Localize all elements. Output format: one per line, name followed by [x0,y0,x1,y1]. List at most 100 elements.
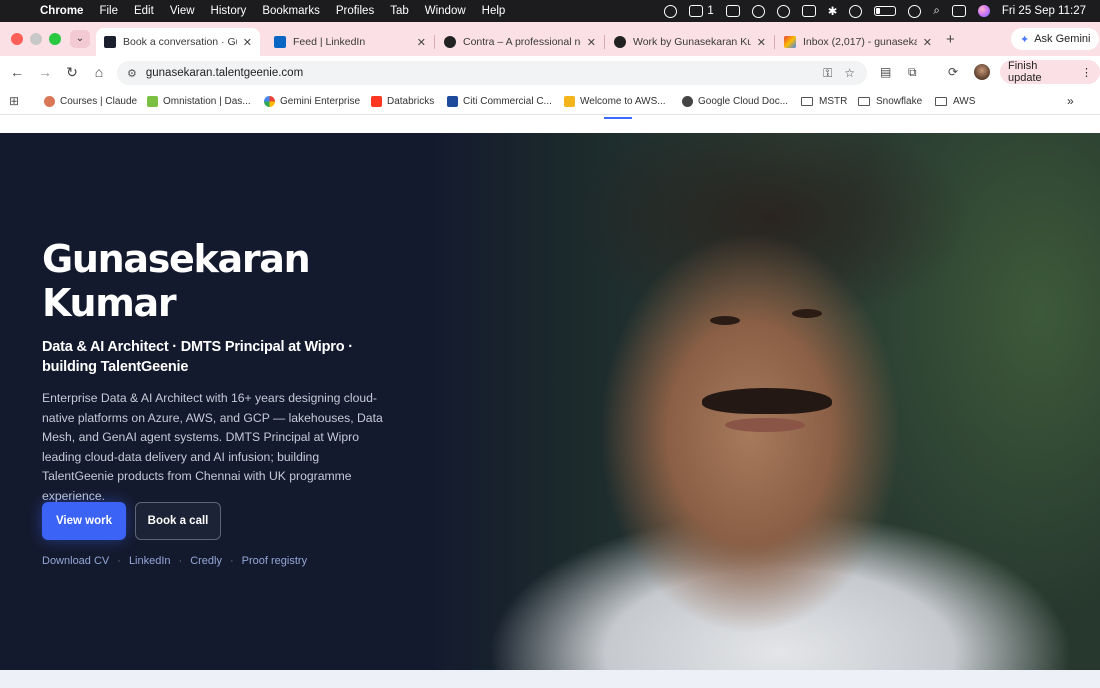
bookmark-label: Google Cloud Doc... [698,96,789,107]
ask-gemini-label: Ask Gemini [1034,33,1091,45]
reload-icon[interactable]: ↻ [63,64,81,81]
bluetooth-icon[interactable]: ✱ [828,4,838,18]
tab-search-chevron-icon[interactable]: ⌄ [70,30,90,48]
nav-active-indicator [604,117,632,119]
bookmark-folder-mstr[interactable]: MSTR [801,96,847,107]
linkedin-link[interactable]: LinkedIn [129,555,171,567]
password-key-icon[interactable]: ⚿ [823,66,832,81]
menu-window[interactable]: Window [425,5,466,17]
notes-icon[interactable] [725,5,740,17]
ask-gemini-button[interactable]: ✦ Ask Gemini [1011,28,1100,50]
hero-tagline: Data & AI Architect · DMTS Principal at … [42,339,353,375]
menu-tab[interactable]: Tab [390,5,409,17]
book-a-call-button[interactable]: Book a call [135,502,221,540]
menu-file[interactable]: File [99,5,118,17]
tab-separator [434,35,435,49]
proof-registry-link[interactable]: Proof registry [242,555,307,567]
folder-icon [801,97,813,106]
view-work-button[interactable]: View work [42,502,126,540]
bookmark-folder-snowflake[interactable]: Snowflake [858,96,922,107]
menu-edit[interactable]: Edit [134,5,154,17]
bookmark-databricks[interactable]: Databricks [371,96,434,107]
bookmark-star-icon[interactable]: ☆ [844,66,855,81]
download-cv-link[interactable]: Download CV [42,555,109,567]
hero-section: Gunasekaran Kumar Data & AI Architect · … [0,133,1100,670]
gemini-sparkle-icon: ✦ [1020,33,1030,46]
menu-bar-clock[interactable]: Fri 25 Sep 11:27 [1002,5,1086,17]
tab-contra[interactable]: Contra – A professional ne ✕ [436,28,604,56]
close-tab-icon[interactable]: ✕ [757,36,766,49]
portrait-lips [725,418,805,432]
siri-icon[interactable] [977,5,990,17]
zoom-window-button[interactable] [49,33,61,45]
hero-links: Download CV · LinkedIn · Credly · Proof … [42,555,307,567]
tab-book-a-conversation[interactable]: Book a conversation · Guna ✕ [96,28,260,56]
bookmark-label: Welcome to AWS... [580,96,666,107]
close-window-button[interactable] [11,33,23,45]
close-tab-icon[interactable]: ✕ [923,36,932,49]
tab-work-by-gunasekaran[interactable]: Work by Gunasekaran Kum ✕ [606,28,774,56]
aws-icon [564,96,575,107]
menu-help[interactable]: Help [482,5,506,17]
profile-avatar-icon[interactable] [974,64,990,80]
menu-app-name[interactable]: Chrome [40,5,83,17]
finish-update-button[interactable]: Finish update ⋮ [1000,60,1100,84]
menu-view[interactable]: View [170,5,195,17]
teams-icon[interactable] [689,5,704,17]
reading-list-icon[interactable]: ▤ [880,65,891,79]
portrait-photo [430,133,1100,670]
play-icon[interactable] [849,4,863,18]
home-icon[interactable]: ⌂ [90,64,108,80]
more-menu-icon[interactable]: ⋮ [1081,66,1092,79]
display-icon[interactable] [801,5,816,17]
spotlight-search-icon[interactable]: ⌕ [933,5,939,18]
site-info-icon[interactable]: ⚙ [127,67,137,80]
portrait-moustache [702,388,832,414]
tab-gmail-inbox[interactable]: Inbox (2,017) - gunasekara ✕ [776,28,940,56]
folder-icon [858,97,870,106]
weather-icon[interactable] [751,4,765,18]
back-arrow-icon[interactable]: ← [8,64,26,80]
creative-cloud-icon[interactable] [664,4,678,18]
tab-title: Book a conversation · Guna [123,36,237,48]
tab-linkedin-feed[interactable]: Feed | LinkedIn ✕ [266,28,434,56]
tab-strip: ⌄ Book a conversation · Guna ✕ Feed | Li… [0,22,1100,56]
teams-badge-count: 1 [707,5,714,17]
close-tab-icon[interactable]: ✕ [243,36,252,49]
more-bookmarks-chevron-icon[interactable]: » [1067,94,1074,108]
forward-arrow-icon[interactable]: → [36,64,54,80]
address-bar-url[interactable]: gunasekaran.talentgeenie.com [146,67,303,79]
bookmark-folder-aws[interactable]: AWS [935,96,975,107]
control-center-icon[interactable] [951,5,966,17]
bookmark-courses-claude[interactable]: Courses | Claude [44,96,137,107]
next-section-edge [0,670,1100,688]
menu-history[interactable]: History [211,5,247,17]
bookmark-welcome-aws[interactable]: Welcome to AWS... [564,96,666,107]
menu-bar-status-area: 1 ✱ ⌕ Fri 25 Sep 11:27 [664,0,1086,22]
pause-icon[interactable] [776,4,790,18]
apps-grid-icon[interactable]: ⊞ [9,94,19,108]
databricks-icon [371,96,382,107]
credly-link[interactable]: Credly [190,555,222,567]
link-separator: · [178,555,183,567]
link-icon[interactable] [908,4,922,18]
bookmark-google-cloud-docs[interactable]: Google Cloud Doc... [682,96,788,107]
battery-icon[interactable] [874,6,897,16]
address-bar-actions: ⚿ ☆ [823,66,855,81]
finish-update-label: Finish update [1008,60,1042,84]
close-tab-icon[interactable]: ✕ [587,36,596,49]
new-tab-plus-icon[interactable]: + [946,31,955,48]
menu-profiles[interactable]: Profiles [336,5,374,17]
folder-icon [935,97,947,106]
sync-icon[interactable]: ⟳ [948,65,958,79]
minimize-window-button[interactable] [30,33,42,45]
close-tab-icon[interactable]: ✕ [417,36,426,49]
bookmark-gemini-enterprise[interactable]: Gemini Enterprise [264,96,360,107]
omnistation-icon [147,96,158,107]
bookmark-omnistation[interactable]: Omnistation | Das... [147,96,251,107]
menu-bookmarks[interactable]: Bookmarks [262,5,320,17]
extensions-puzzle-icon[interactable]: ⧉ [908,65,917,80]
address-bar[interactable]: ⚙ gunasekaran.talentgeenie.com ⚿ ☆ [117,61,867,85]
contra-icon [614,36,626,48]
bookmark-citi-commercial[interactable]: Citi Commercial C... [447,96,552,107]
